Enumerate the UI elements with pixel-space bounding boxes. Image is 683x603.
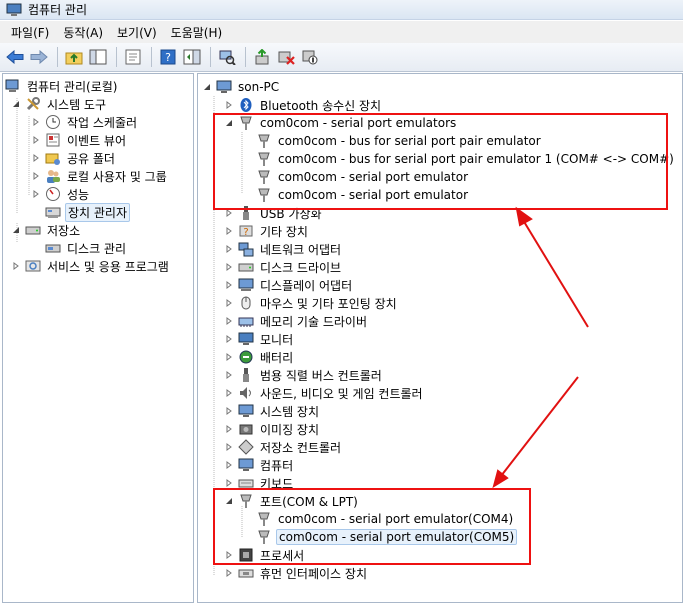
annotation-arrow-down bbox=[500, 376, 579, 477]
annotation-arrowhead-down bbox=[492, 469, 509, 489]
annotation-arrow-up bbox=[522, 219, 589, 328]
annotation-arrowhead-up bbox=[515, 206, 533, 227]
annotation-arrows bbox=[492, 206, 589, 489]
